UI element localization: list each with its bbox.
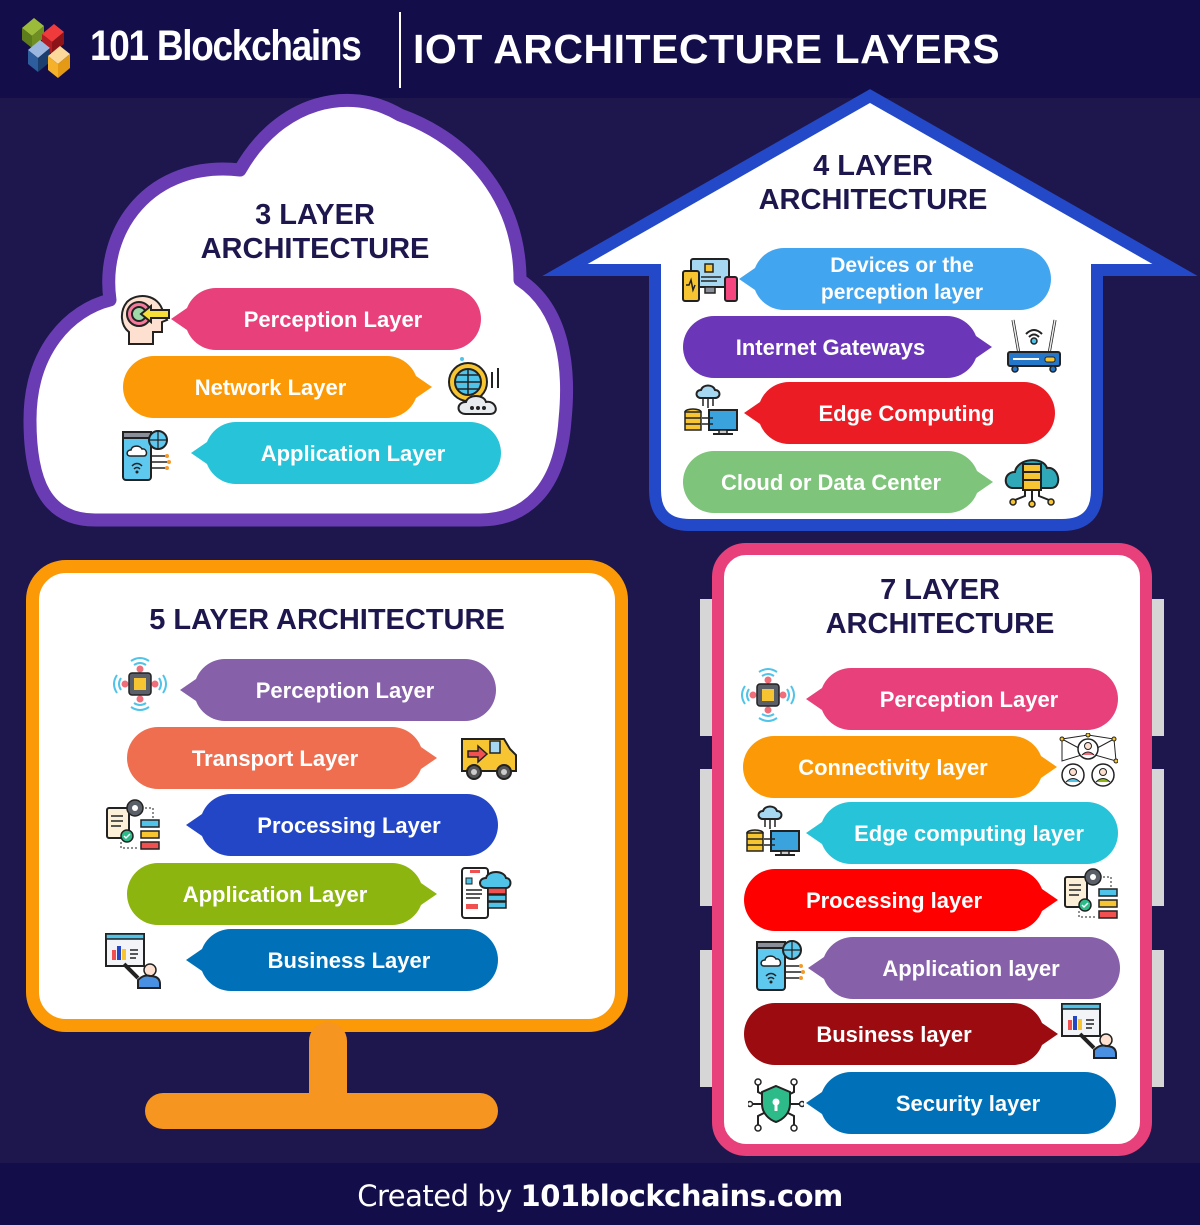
- monitor-stand-neck: [309, 1022, 347, 1102]
- title-line-1: 4 LAYER: [813, 150, 933, 182]
- sensor-chip-icon: [737, 664, 799, 726]
- delivery-truck-icon: [460, 735, 518, 781]
- sensor-chip-icon: [109, 653, 171, 715]
- footer-site-link[interactable]: 101blockchains.com: [521, 1179, 844, 1213]
- layer-pill-edge-computing: Edge computing layer: [806, 802, 1118, 864]
- cloud-server-icon: [1003, 454, 1061, 510]
- layer-pill-edge-computing: Edge Computing: [744, 382, 1055, 444]
- title-line-2: ARCHITECTURE: [825, 608, 1055, 640]
- layer-pill-transport: Transport Layer: [127, 727, 437, 789]
- footer-prefix: Created by: [357, 1179, 521, 1213]
- layer-pill-cloud-data-center: Cloud or Data Center: [683, 451, 993, 513]
- layer-pill-application: Application Layer: [127, 863, 437, 925]
- rack-tab-right: [1150, 769, 1164, 906]
- monitor-stand-base: [145, 1093, 498, 1129]
- people-network-icon: [1058, 732, 1119, 791]
- process-workflow-icon: [105, 796, 163, 852]
- rack-tab-right: [1150, 599, 1164, 736]
- layer-pill-processing: Processing Layer: [186, 794, 498, 856]
- business-presentation-icon: [1060, 1002, 1120, 1060]
- section-title-5-layer: 5 LAYER ARCHITECTURE: [149, 604, 505, 636]
- section-title-4-layer: 4 LAYER ARCHITECTURE: [723, 149, 1023, 217]
- rack-tab-right: [1150, 950, 1164, 1087]
- layer-pill-devices: Devices or the perception layer: [739, 248, 1051, 310]
- footer: Created by 101blockchains.com: [0, 1163, 1200, 1225]
- layer-pill-application: Application layer: [808, 937, 1120, 999]
- footer-credit: Created by 101blockchains.com: [0, 1179, 1200, 1213]
- title-line-2: ARCHITECTURE: [758, 184, 988, 216]
- layer-pill-security: Security layer: [806, 1072, 1116, 1134]
- title-line-1: 7 LAYER: [880, 574, 1000, 606]
- router-icon: [1005, 318, 1063, 374]
- process-workflow-icon: [1063, 865, 1121, 921]
- mobile-cloud-app-icon: [754, 940, 806, 992]
- layer-pill-connectivity: Connectivity layer: [743, 736, 1057, 798]
- layer-pill-business: Business layer: [744, 1003, 1058, 1065]
- label-line-2: perception layer: [820, 281, 984, 304]
- edge-computing-icon: [745, 803, 801, 859]
- layer-pill-processing: Processing layer: [744, 869, 1058, 931]
- layer-pill-perception: Perception Layer: [806, 668, 1118, 730]
- business-presentation-icon: [104, 932, 164, 990]
- app-cloud-server-icon: [460, 866, 512, 920]
- edge-computing-icon: [683, 382, 739, 438]
- layer-pill-perception: Perception Layer: [180, 659, 496, 721]
- layer-pill-internet-gateways: Internet Gateways: [683, 316, 992, 378]
- security-shield-icon: [746, 1076, 806, 1132]
- devices-icon: [681, 257, 739, 305]
- section-title-7-layer: 7 LAYER ARCHITECTURE: [790, 573, 1090, 641]
- label-line-1: Devices or the: [830, 254, 974, 277]
- layer-pill-business: Business Layer: [186, 929, 498, 991]
